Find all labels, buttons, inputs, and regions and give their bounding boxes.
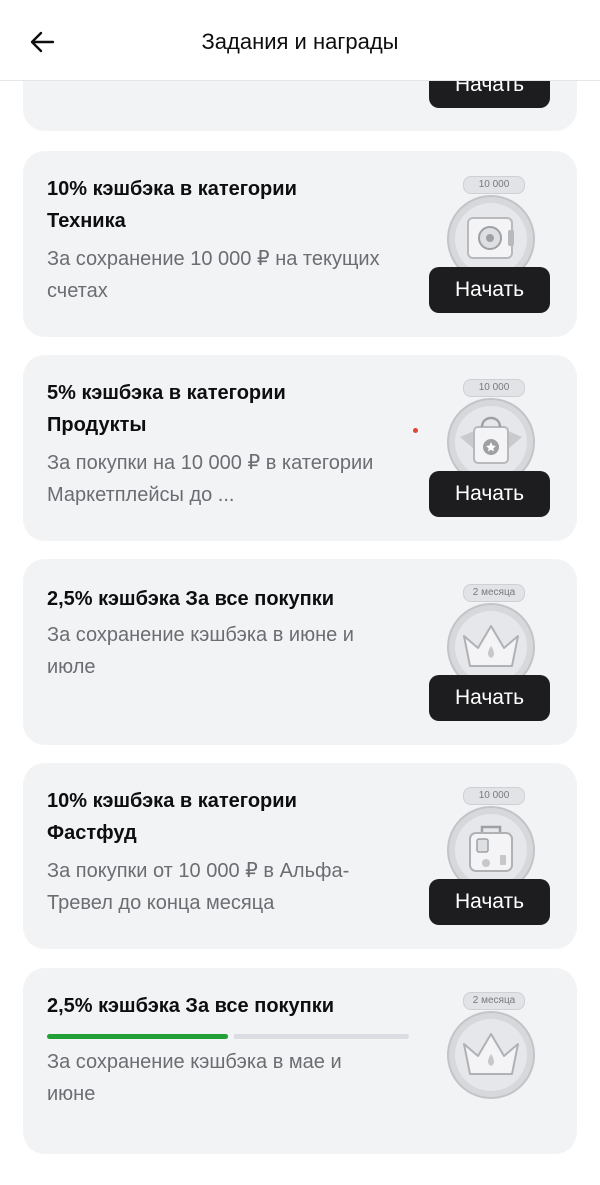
task-card[interactable]: 2,5% кэшбэка За все покупки За сохранени… [23,968,577,1154]
task-description: За покупки на 10 000 ₽ в категории Марке… [47,452,374,506]
task-description: За сохранение кэшбэка в мае и июне [47,1051,342,1105]
reward-amount-badge: 10 000 [463,379,525,397]
reward-amount-badge: 2 месяца [463,992,525,1010]
crown-icon [447,1011,535,1099]
task-title: 2,5% кэшбэка За все покупки [47,995,335,1017]
task-description: За покупки от 10 000 ₽ в Альфа-Тревел до… [47,860,350,914]
task-card[interactable]: 10% кэшбэка в категории Фастфуд За покуп… [23,763,577,949]
task-progress-bar [47,1033,409,1040]
task-card[interactable]: 2,5% кэшбэка За все покупки За сохранени… [23,559,577,745]
start-button[interactable]: Начать [429,675,550,721]
task-title: 10% кэшбэка в категории Техника [47,178,297,232]
reward-amount-badge: 2 месяца [463,584,525,602]
page-title: Задания и награды [201,29,399,54]
progress-fill [47,1034,228,1039]
start-button[interactable]: Начать [429,267,550,313]
task-card[interactable]: 10% кэшбэка в категории Техника За сохра… [23,151,577,337]
task-title: 10% кэшбэка в категории Фастфуд [47,790,297,844]
progress-divider [228,1033,234,1040]
start-button[interactable]: Начать [429,471,550,517]
task-description: За сохранение 10 000 ₽ на текущих счетах [47,248,380,302]
task-title: 5% кэшбэка в категории Продукты [47,382,286,436]
task-title: 2,5% кэшбэка За все покупки [47,588,335,610]
start-button[interactable]: Начать [429,879,550,925]
notification-dot [413,428,418,433]
reward-amount-badge: 10 000 [463,176,525,194]
reward-medal: 2 месяца [441,992,541,1102]
task-description: За сохранение кэшбэка в июне и июле [47,624,354,678]
task-card[interactable]: 5% кэшбэка в категории Продукты За покуп… [23,355,577,541]
reward-amount-badge: 10 000 [463,787,525,805]
app-header: Задания и награды [0,0,600,81]
